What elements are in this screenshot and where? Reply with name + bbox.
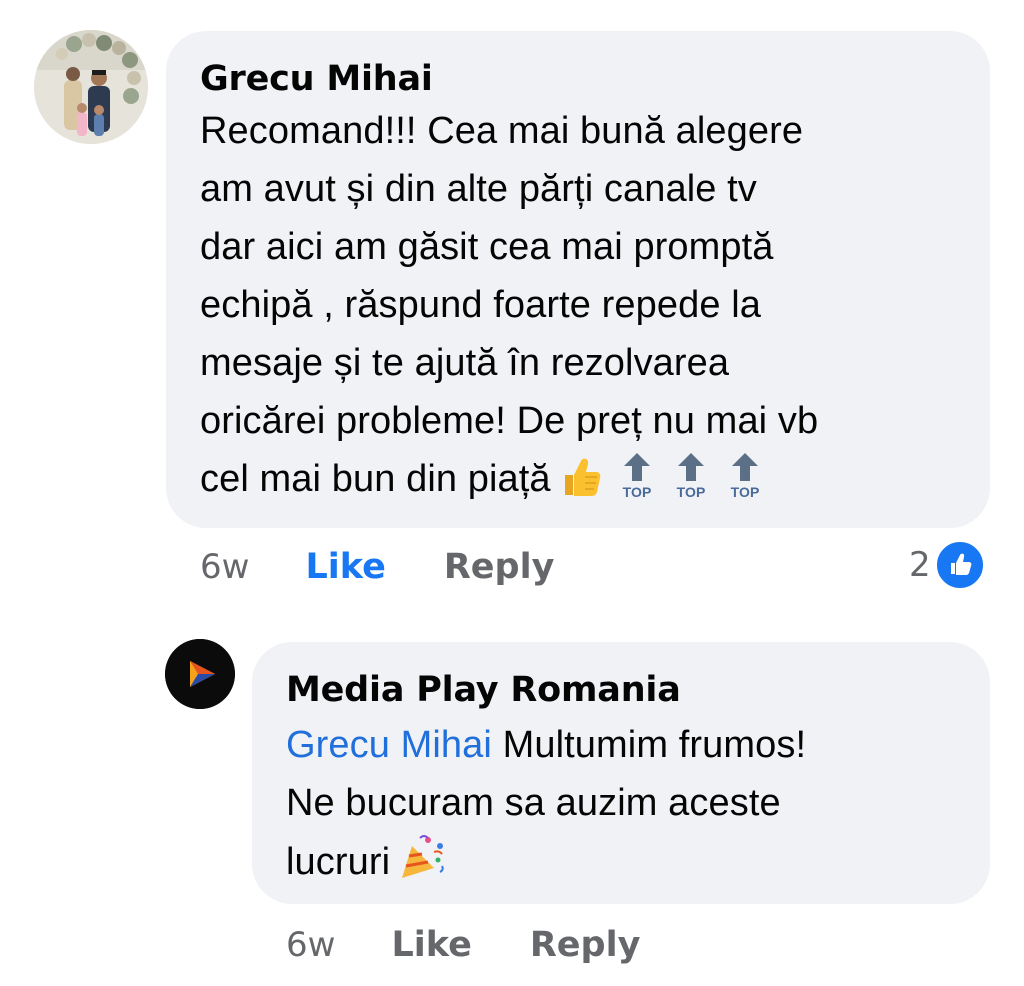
reply-button[interactable]: Reply [444,547,555,587]
comment-thread: Grecu Mihai Recomand!!! Cea mai bună ale… [0,0,1024,986]
reply-text: Grecu Mihai Multumim frumos! Ne bucuram … [286,716,954,899]
mention-link[interactable]: Grecu Mihai [286,724,492,766]
top-arrow-icon: TOP [725,451,765,501]
party-popper-icon [398,832,448,899]
reaction-count: 2 [909,545,931,585]
reply-timestamp[interactable]: 6w [286,925,335,965]
comment-bubble: Grecu Mihai Recomand!!! Cea mai bună ale… [166,31,990,528]
reply-bubble: Media Play Romania Grecu Mihai Multumim … [252,642,990,904]
avatar-media-play-romania[interactable] [165,639,235,709]
top-arrow-icon: TOP [671,451,711,501]
avatar-grecu-mihai[interactable] [34,30,148,144]
comment-text: Recomand!!! Cea mai bună alegere am avut… [200,102,954,516]
reply-author[interactable]: Media Play Romania [286,668,954,712]
reaction-summary[interactable]: 2 [909,540,985,590]
comment-timestamp[interactable]: 6w [200,547,249,587]
reply-reply-button[interactable]: Reply [530,925,641,965]
media-play-logo-icon [165,639,235,709]
reply-like-button[interactable]: Like [391,925,471,965]
comment-body: Recomand!!! Cea mai bună alegere am avut… [200,110,819,500]
family-photo-icon [34,30,148,144]
top-arrow-icon: TOP [617,451,657,501]
comment-author[interactable]: Grecu Mihai [200,57,954,101]
reply-actions: 6w Like Reply [286,925,640,965]
top-label: TOP [676,484,705,500]
top-label: TOP [622,484,651,500]
thumbs-up-icon [559,455,603,516]
top-label: TOP [730,484,759,500]
like-button[interactable]: Like [305,547,385,587]
comment-actions: 6w Like Reply [200,547,554,587]
like-reaction-icon [934,540,985,590]
